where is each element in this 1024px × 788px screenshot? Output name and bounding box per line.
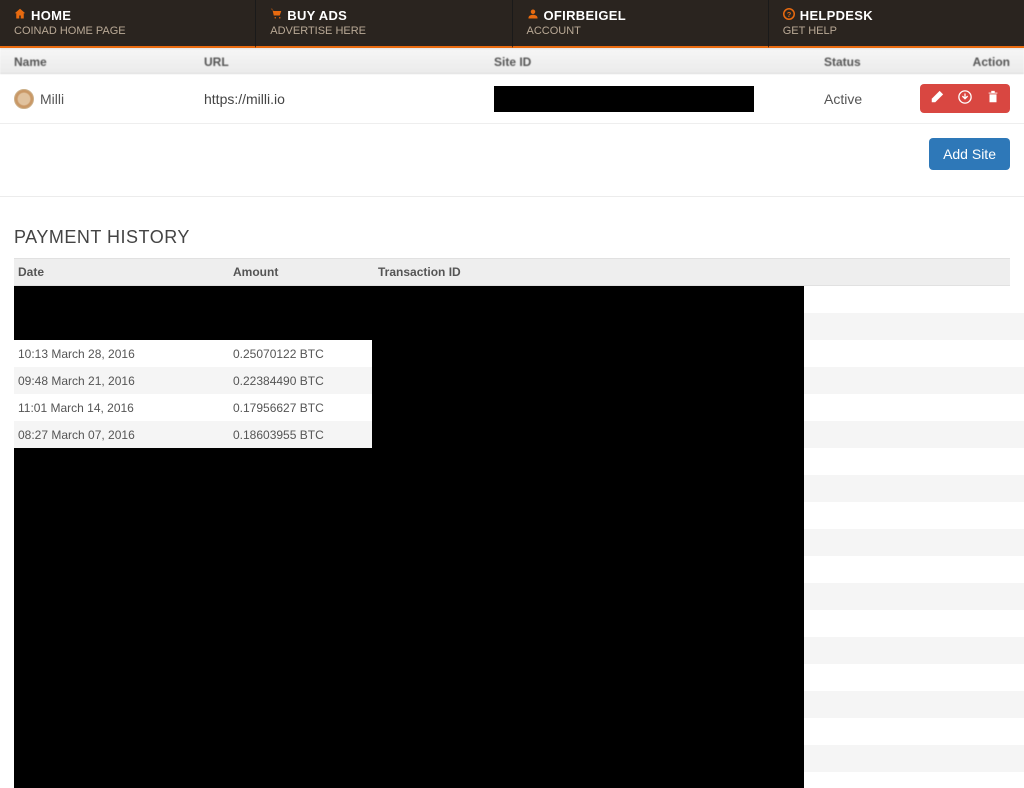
- col-txid: Transaction ID: [378, 265, 1006, 279]
- col-amount: Amount: [233, 265, 378, 279]
- history-table-header: Date Amount Transaction ID: [14, 258, 1010, 286]
- site-id-cell: [494, 86, 824, 112]
- cart-icon: [270, 8, 283, 23]
- site-name: Milli: [40, 91, 64, 107]
- col-siteid: Site ID: [494, 55, 824, 69]
- site-name-cell: Milli: [14, 89, 204, 109]
- top-nav: HOME COINAD HOME PAGE BUY ADS ADVERTISE …: [0, 0, 1024, 48]
- payment-history-title: PAYMENT HISTORY: [14, 227, 1010, 248]
- site-actions: [920, 84, 1010, 113]
- nav-user[interactable]: OFIRBEIGEL ACCOUNT: [513, 0, 769, 48]
- add-site-button[interactable]: Add Site: [929, 138, 1010, 170]
- nav-buyads[interactable]: BUY ADS ADVERTISE HERE: [256, 0, 512, 48]
- redacted-siteid: [494, 86, 754, 112]
- nav-home[interactable]: HOME COINAD HOME PAGE: [0, 0, 256, 48]
- nav-title: BUY ADS: [287, 8, 347, 23]
- user-icon: [527, 8, 540, 23]
- edit-icon[interactable]: [930, 90, 944, 107]
- sites-table-header: Name URL Site ID Status Action: [0, 48, 1024, 74]
- col-status: Status: [824, 55, 904, 69]
- col-action: Action: [904, 55, 1010, 69]
- site-favicon: [14, 89, 34, 109]
- nav-subtitle: ACCOUNT: [527, 25, 754, 37]
- nav-helpdesk[interactable]: ? HELPDESK GET HELP: [769, 0, 1024, 48]
- col-url: URL: [204, 55, 494, 69]
- svg-text:?: ?: [786, 10, 791, 19]
- nav-subtitle: COINAD HOME PAGE: [14, 25, 241, 37]
- nav-subtitle: ADVERTISE HERE: [270, 25, 497, 37]
- download-icon[interactable]: [958, 90, 972, 107]
- site-url: https://milli.io: [204, 91, 494, 107]
- nav-subtitle: GET HELP: [783, 25, 1010, 37]
- nav-title: HOME: [31, 8, 71, 23]
- site-row: Milli https://milli.io Active: [0, 74, 1024, 124]
- add-site-row: Add Site: [0, 124, 1024, 197]
- nav-title: OFIRBEIGEL: [544, 8, 626, 23]
- redacted-block-txid: [372, 340, 804, 448]
- history-rows-redacted: [804, 286, 1024, 772]
- col-name: Name: [14, 55, 204, 69]
- help-icon: ?: [783, 8, 796, 23]
- trash-icon[interactable]: [986, 90, 1000, 107]
- payment-history-section: PAYMENT HISTORY Date Amount Transaction …: [0, 197, 1024, 448]
- site-status: Active: [824, 91, 904, 107]
- nav-title: HELPDESK: [800, 8, 873, 23]
- col-date: Date: [18, 265, 233, 279]
- history-body: 10:13 March 28, 2016 0.25070122 BTC 09:4…: [14, 286, 1010, 448]
- redacted-block-bottom: [14, 448, 804, 788]
- redacted-block-top: [14, 286, 804, 340]
- home-icon: [14, 8, 27, 23]
